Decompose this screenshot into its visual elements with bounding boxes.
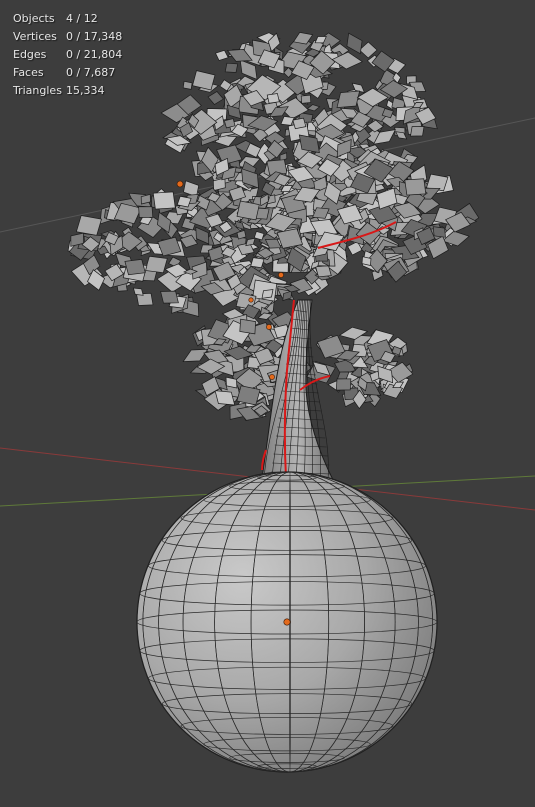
leaf-face: [132, 287, 144, 296]
leaf-face: [195, 226, 210, 245]
stat-label: Triangles: [13, 84, 62, 97]
leaf-face: [223, 118, 236, 129]
leaf-face: [250, 257, 265, 269]
leaf-face: [236, 200, 260, 221]
leaf-face: [214, 390, 236, 406]
stat-value: 4 / 12: [66, 12, 98, 25]
stat-label: Vertices: [13, 30, 57, 43]
object-origin-icon[interactable]: [248, 297, 254, 303]
stat-label: Objects: [13, 12, 55, 25]
leaf-face: [239, 318, 256, 335]
stat-row-edges: Edges 0 / 21,804: [13, 46, 122, 64]
tree-mesh-icon[interactable]: [67, 32, 480, 483]
leaf-face: [236, 385, 261, 406]
leaf-face: [192, 70, 216, 91]
leaf-face: [300, 94, 312, 104]
leaf-face: [346, 32, 363, 55]
stat-value: 0 / 21,804: [66, 48, 123, 61]
leaf-face: [253, 230, 265, 241]
leaf-face: [432, 226, 446, 238]
object-origin-icon[interactable]: [176, 180, 184, 188]
stat-label: Faces: [13, 66, 44, 79]
leaf-face: [144, 255, 168, 274]
leaf-face: [306, 104, 321, 112]
stat-row-triangles: Triangles 15,334: [13, 82, 122, 100]
leaf-face: [224, 62, 239, 73]
leaf-face: [225, 376, 238, 389]
leaf-face: [138, 206, 154, 218]
leaf-face: [266, 93, 280, 104]
leaf-face: [124, 259, 146, 276]
stat-value: 15,334: [66, 84, 105, 97]
3d-viewport[interactable]: Objects 4 / 12 Vertices 0 / 17,348 Edges…: [0, 0, 535, 807]
leaf-face: [315, 265, 332, 278]
leaf-face: [261, 289, 274, 299]
leaf-face: [361, 256, 372, 266]
stat-value: 0 / 7,687: [66, 66, 116, 79]
leaf-face: [182, 348, 209, 362]
leaf-face: [292, 117, 307, 130]
stat-row-vertices: Vertices 0 / 17,348: [13, 28, 122, 46]
object-origin-icon[interactable]: [278, 272, 284, 278]
stat-value: 0 / 17,348: [66, 30, 123, 43]
leaf-face: [182, 80, 193, 90]
leaf-face: [410, 126, 425, 137]
viewport-canvas[interactable]: [0, 0, 535, 807]
leaf-face: [404, 178, 427, 196]
leaf-face: [152, 191, 176, 210]
stat-row-objects: Objects 4 / 12: [13, 10, 122, 28]
stat-label: Edges: [13, 48, 47, 61]
stat-row-faces: Faces 0 / 7,687: [13, 64, 122, 82]
leaf-face: [207, 91, 224, 105]
object-origin-icon[interactable]: [269, 374, 275, 380]
leaf-face: [335, 378, 352, 391]
object-origin-icon[interactable]: [283, 618, 291, 626]
object-origin-icon[interactable]: [266, 324, 272, 330]
leaf-face: [160, 290, 179, 304]
viewport-statistics: Objects 4 / 12 Vertices 0 / 17,348 Edges…: [13, 10, 122, 100]
leaf-face: [75, 215, 102, 236]
leaf-face: [336, 90, 361, 108]
leaf-face: [215, 49, 229, 61]
